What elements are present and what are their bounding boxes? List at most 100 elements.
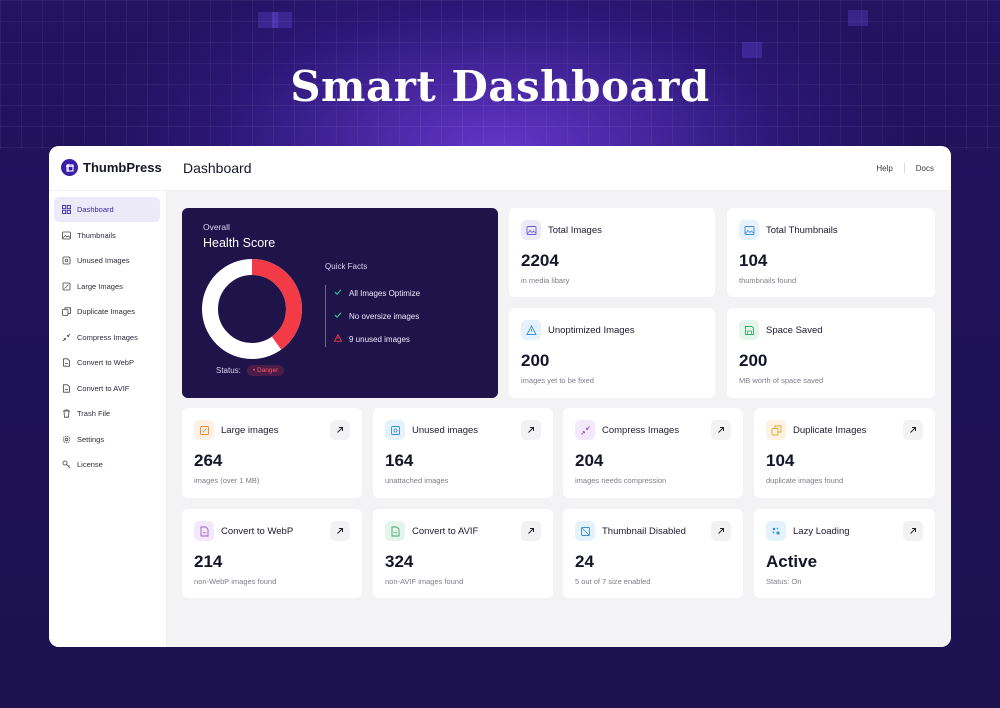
card-subtitle: 5 out of 7 size enabled xyxy=(575,577,651,586)
background-grid-cell xyxy=(272,12,292,28)
image-off-icon xyxy=(575,521,595,541)
unused-image-icon xyxy=(385,420,405,440)
sidebar-item-label: Trash File xyxy=(77,409,111,418)
page-title: Dashboard xyxy=(183,160,252,176)
arrow-up-right-icon[interactable] xyxy=(903,521,923,541)
feature-card-large-images[interactable]: Large images 264 images (over 1 MB) xyxy=(182,408,362,498)
feature-card-unused-images[interactable]: Unused images 164 unattached images xyxy=(373,408,553,498)
save-icon xyxy=(739,320,759,340)
card-value: Active xyxy=(766,552,818,571)
sidebar-item-compress-images[interactable]: Compress Images xyxy=(54,325,160,350)
feature-card-convert-webp[interactable]: Convert to WebP 214 non-WebP images foun… xyxy=(182,509,362,598)
card-subtitle: images (over 1 MB) xyxy=(194,476,260,485)
sidebar-item-large-images[interactable]: Large Images xyxy=(54,274,160,299)
feature-card-convert-avif[interactable]: Convert to AVIF 324 non-AVIF images foun… xyxy=(373,509,553,598)
sidebar-item-dashboard[interactable]: Dashboard xyxy=(54,197,160,222)
arrow-up-right-icon[interactable] xyxy=(521,521,541,541)
card-title: Total Images xyxy=(548,225,602,236)
sidebar-item-label: Thumbnails xyxy=(77,230,116,240)
sidebar-item-label: Duplicate Images xyxy=(77,307,135,316)
card-title: Convert to AVIF xyxy=(412,526,479,537)
card-title: Unoptimized Images xyxy=(548,325,635,336)
card-title: Large images xyxy=(221,425,279,436)
feature-card-lazy-loading[interactable]: Lazy Loading Active Status: On xyxy=(754,509,935,598)
file-convert-icon xyxy=(385,521,405,541)
quick-fact-item: All Images Optimize xyxy=(334,288,420,298)
card-title: Convert to WebP xyxy=(221,526,294,537)
sidebar-item-label: Convert to AVIF xyxy=(77,383,130,393)
sidebar-item-label: Dashboard xyxy=(77,205,114,214)
divider xyxy=(903,163,905,173)
top-bar: ThumbPress Dashboard Help Docs xyxy=(49,146,951,191)
quick-fact-text: 9 unused images xyxy=(349,334,410,344)
sidebar-item-label: Compress Images xyxy=(77,332,138,342)
stat-card-space-saved[interactable]: Space Saved 200 MB worth of space saved xyxy=(727,308,935,398)
feature-card-duplicate-images[interactable]: Duplicate Images 104 duplicate images fo… xyxy=(754,408,935,498)
card-title: Unused images xyxy=(412,425,479,436)
card-title: Total Thumbnails xyxy=(766,225,838,236)
brand-name: ThumbPress xyxy=(83,160,162,175)
key-icon xyxy=(62,460,71,469)
sidebar-item-convert-avif[interactable]: Convert to AVIF xyxy=(54,376,160,401)
card-subtitle: thumbnails found xyxy=(739,276,797,285)
feature-card-thumbnail-disabled[interactable]: Thumbnail Disabled 24 5 out of 7 size en… xyxy=(563,509,743,598)
card-subtitle: MB worth of space saved xyxy=(739,376,824,385)
image-icon xyxy=(739,220,759,240)
unused-image-icon xyxy=(62,256,71,265)
stat-card-total-images[interactable]: Total Images 2204 in media libary xyxy=(509,208,715,297)
status-badge-text: Danger xyxy=(257,367,279,374)
card-value: 2204 xyxy=(521,251,559,270)
sidebar-item-unused-images[interactable]: Unused Images xyxy=(54,248,160,273)
card-value: 324 xyxy=(385,552,414,571)
sidebar-item-settings[interactable]: Settings xyxy=(54,427,160,452)
grid-icon xyxy=(62,205,71,214)
card-title: Duplicate Images xyxy=(793,425,867,436)
card-value: 264 xyxy=(194,451,223,470)
sidebar-item-thumbnails[interactable]: Thumbnails xyxy=(54,223,160,248)
background-grid-cell xyxy=(848,10,868,26)
card-value: 164 xyxy=(385,451,414,470)
sidebar-item-license[interactable]: License xyxy=(54,452,160,477)
sidebar-item-duplicate-images[interactable]: Duplicate Images xyxy=(54,299,160,324)
card-title: Thumbnail Disabled xyxy=(602,526,686,537)
arrow-up-right-icon[interactable] xyxy=(711,420,731,440)
brand[interactable]: ThumbPress xyxy=(61,159,162,176)
card-value: 204 xyxy=(575,451,604,470)
card-subtitle: in media libary xyxy=(521,276,570,285)
stat-card-total-thumbnails[interactable]: Total Thumbnails 104 thumbnails found xyxy=(727,208,935,297)
duplicate-icon xyxy=(62,307,71,316)
sidebar-item-label: Settings xyxy=(77,434,105,444)
arrow-up-right-icon[interactable] xyxy=(521,420,541,440)
card-value: 24 xyxy=(575,552,594,571)
check-icon xyxy=(334,288,342,298)
top-links: Help Docs xyxy=(876,163,934,173)
health-score-card: Overall Health Score 40% Status: • Dange… xyxy=(182,208,498,398)
health-score-title: Health Score xyxy=(203,236,276,250)
status-label: Status: xyxy=(216,366,241,375)
sidebar-item-label: Convert to WebP xyxy=(77,358,134,367)
sidebar-item-convert-webp[interactable]: Convert to WebP xyxy=(54,350,160,375)
arrow-up-right-icon[interactable] xyxy=(330,420,350,440)
sidebar-item-trash-file[interactable]: Trash File xyxy=(54,401,160,426)
duplicate-icon xyxy=(766,420,786,440)
stat-card-unoptimized-images[interactable]: Unoptimized Images 200 images yet to be … xyxy=(509,308,715,398)
card-value: 200 xyxy=(521,351,550,370)
loader-icon xyxy=(766,521,786,541)
app-window: ThumbPress Dashboard Help Docs Dashboard… xyxy=(49,146,951,647)
arrow-up-right-icon[interactable] xyxy=(330,521,350,541)
arrow-up-right-icon[interactable] xyxy=(903,420,923,440)
card-subtitle: images yet to be fixed xyxy=(521,376,594,385)
health-overall-label: Overall xyxy=(203,222,230,232)
arrow-up-right-icon[interactable] xyxy=(711,521,731,541)
main-content: Overall Health Score 40% Status: • Dange… xyxy=(167,191,951,647)
help-link[interactable]: Help xyxy=(876,164,892,173)
card-value: 104 xyxy=(766,451,795,470)
docs-link[interactable]: Docs xyxy=(916,164,934,173)
compress-icon xyxy=(62,333,71,342)
card-subtitle: Status: On xyxy=(766,577,802,586)
card-subtitle: non-AVIF images found xyxy=(385,577,464,586)
card-title: Space Saved xyxy=(766,325,823,336)
sidebar: Dashboard Thumbnails Unused Images Large… xyxy=(49,191,167,647)
quick-facts-title: Quick Facts xyxy=(325,262,368,271)
feature-card-compress-images[interactable]: Compress Images 204 images needs compres… xyxy=(563,408,743,498)
